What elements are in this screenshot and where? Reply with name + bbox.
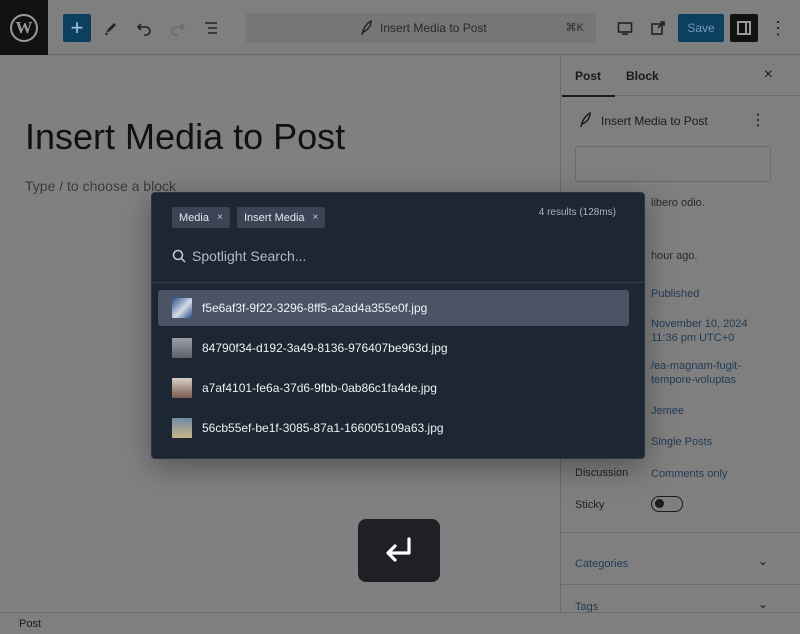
chevron-down-icon[interactable]: ⌄: [758, 554, 768, 568]
chip-label: Insert Media: [244, 211, 305, 224]
post-title[interactable]: Insert Media to Post: [25, 116, 345, 158]
template-value[interactable]: Single Posts: [651, 435, 712, 449]
result-item[interactable]: 84790f34-d192-3a49-8136-976407be963d.jpg: [158, 330, 629, 366]
close-icon[interactable]: ×: [217, 212, 223, 223]
chevron-down-icon[interactable]: ⌄: [758, 597, 768, 611]
categories-panel-toggle[interactable]: Categories: [575, 558, 628, 570]
feather-icon: [580, 112, 591, 128]
save-button[interactable]: Save: [678, 14, 724, 42]
last-edited-text: hour ago.: [651, 250, 698, 262]
add-block-button[interactable]: +: [63, 14, 91, 42]
result-item[interactable]: 56cb55ef-be1f-3085-87a1-166005109a63.jpg: [158, 410, 629, 446]
filter-chip-media[interactable]: Media ×: [172, 207, 230, 228]
image-thumbnail: [172, 418, 192, 438]
feather-icon: [361, 20, 372, 36]
external-link-icon: [651, 21, 665, 35]
kebab-icon: ⋮: [769, 17, 787, 38]
command-shortcut: ⌘K: [565, 22, 584, 34]
author-value[interactable]: Jemee: [651, 404, 684, 418]
block-breadcrumb-bar: Post: [0, 612, 800, 634]
publish-date-value[interactable]: November 10, 2024 11:36 pm UTC+0: [651, 317, 771, 345]
status-value[interactable]: Published: [651, 287, 699, 301]
results-count: 4 results (128ms): [538, 207, 616, 218]
result-filename: f5e6af3f-9f22-3296-8ff5-a2ad4a355e0f.jpg: [202, 301, 428, 315]
plus-icon: +: [70, 15, 84, 40]
redo-icon: [171, 23, 186, 36]
tools-button[interactable]: [98, 14, 124, 42]
slug-value[interactable]: /ea-magnam-fugit-tempore-voluptas: [651, 359, 771, 387]
tab-post[interactable]: Post: [561, 69, 616, 97]
result-filename: 84790f34-d192-3a49-8136-976407be963d.jpg: [202, 341, 448, 355]
discussion-label: Discussion: [575, 467, 629, 479]
editor-toolbar: W + Insert Media to Post ⌘K Save ⋮: [0, 0, 800, 55]
settings-sidebar-button[interactable]: [730, 14, 758, 42]
image-thumbnail: [172, 298, 192, 318]
wordpress-icon: W: [10, 13, 38, 42]
discussion-value[interactable]: Comments only: [651, 467, 727, 481]
view-post-button[interactable]: [645, 14, 671, 42]
close-icon[interactable]: ×: [313, 212, 319, 223]
preview-button[interactable]: [612, 14, 638, 42]
sticky-label: Sticky: [575, 499, 605, 511]
result-filename: 56cb55ef-be1f-3085-87a1-166005109a63.jpg: [202, 421, 444, 435]
excerpt-text: libero odio.: [651, 197, 705, 209]
excerpt-field[interactable]: [575, 146, 771, 182]
sidebar-icon: [737, 21, 751, 35]
image-thumbnail: [172, 338, 192, 358]
result-item[interactable]: f5e6af3f-9f22-3296-8ff5-a2ad4a355e0f.jpg: [158, 290, 629, 326]
sidebar-post-name: Insert Media to Post: [601, 114, 708, 128]
breadcrumb[interactable]: Post: [19, 618, 41, 630]
options-menu-button[interactable]: ⋮: [769, 14, 787, 42]
pen-icon: [105, 23, 116, 35]
filter-chip-insert-media[interactable]: Insert Media ×: [237, 207, 326, 228]
image-thumbnail: [172, 378, 192, 398]
undo-button[interactable]: [131, 14, 157, 42]
spotlight-search-input[interactable]: [192, 245, 612, 267]
undo-icon: [136, 23, 151, 36]
result-filename: a7af4101-fe6a-37d6-9fbb-0ab86c1fa4de.jpg: [202, 381, 437, 395]
enter-key-indicator: [358, 519, 440, 582]
sidebar-tabs: Post Block ×: [561, 56, 800, 97]
redo-button[interactable]: [165, 14, 191, 42]
document-title: Insert Media to Post: [380, 21, 487, 35]
kebab-icon[interactable]: ⋮: [750, 110, 766, 130]
search-icon-wrap: [172, 246, 186, 266]
desktop-preview-icon: [617, 22, 633, 35]
search-icon: [172, 249, 186, 263]
enter-key-icon: [386, 536, 411, 562]
close-icon[interactable]: ×: [764, 66, 773, 84]
document-bar[interactable]: Insert Media to Post ⌘K: [246, 13, 596, 43]
result-item[interactable]: a7af4101-fe6a-37d6-9fbb-0ab86c1fa4de.jpg: [158, 370, 629, 406]
divider: [561, 532, 800, 533]
sticky-toggle[interactable]: [651, 496, 683, 512]
spotlight-search-modal: Media × Insert Media × 4 results (128ms)…: [151, 192, 645, 459]
tab-block[interactable]: Block: [626, 69, 659, 83]
wordpress-logo-button[interactable]: W: [0, 0, 48, 55]
divider: [561, 584, 800, 585]
divider: [152, 282, 644, 283]
results-list: f5e6af3f-9f22-3296-8ff5-a2ad4a355e0f.jpg…: [158, 290, 629, 450]
list-view-icon: [205, 22, 217, 34]
list-view-button[interactable]: [198, 14, 224, 42]
chip-label: Media: [179, 211, 209, 224]
